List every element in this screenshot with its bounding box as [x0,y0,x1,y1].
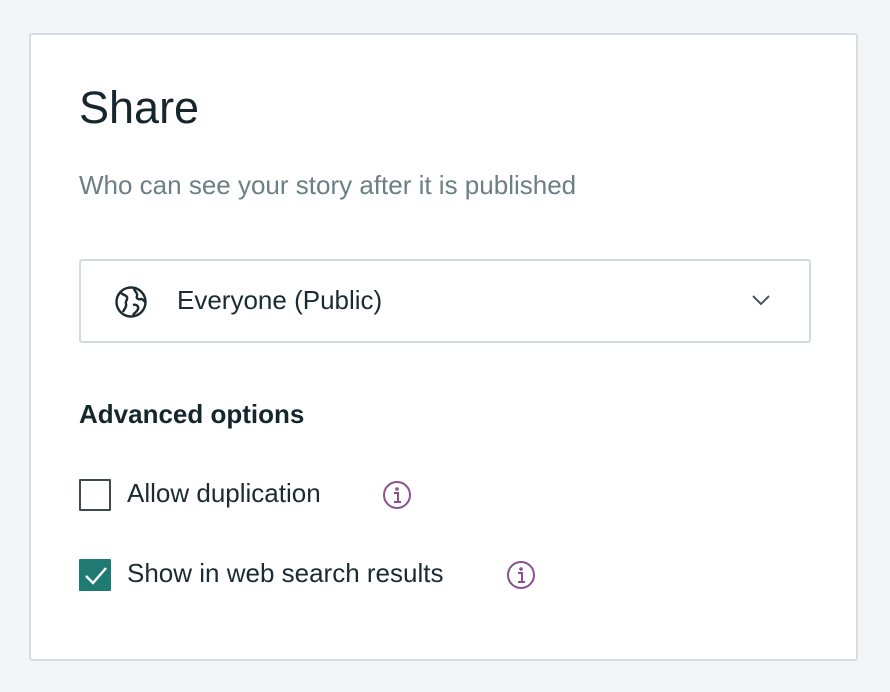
allow-duplication-checkbox[interactable] [79,479,111,511]
audience-select-value: Everyone (Public) [177,285,383,315]
allow-duplication-label[interactable]: Allow duplication [127,480,321,506]
show-in-web-search-checkbox[interactable] [79,559,111,591]
info-icon[interactable] [506,560,536,590]
audience-select[interactable]: Everyone (Public) [79,259,811,343]
checkmark-icon [85,567,107,585]
page-title: Share [79,82,200,133]
advanced-options-heading: Advanced options [79,399,305,429]
share-subtitle: Who can see your story after it is publi… [79,170,577,200]
show-in-web-search-label[interactable]: Show in web search results [127,560,443,586]
globe-icon [115,286,147,318]
share-panel: Share Who can see your story after it is… [29,33,858,661]
chevron-down-icon [752,295,770,306]
info-icon[interactable] [382,480,412,510]
